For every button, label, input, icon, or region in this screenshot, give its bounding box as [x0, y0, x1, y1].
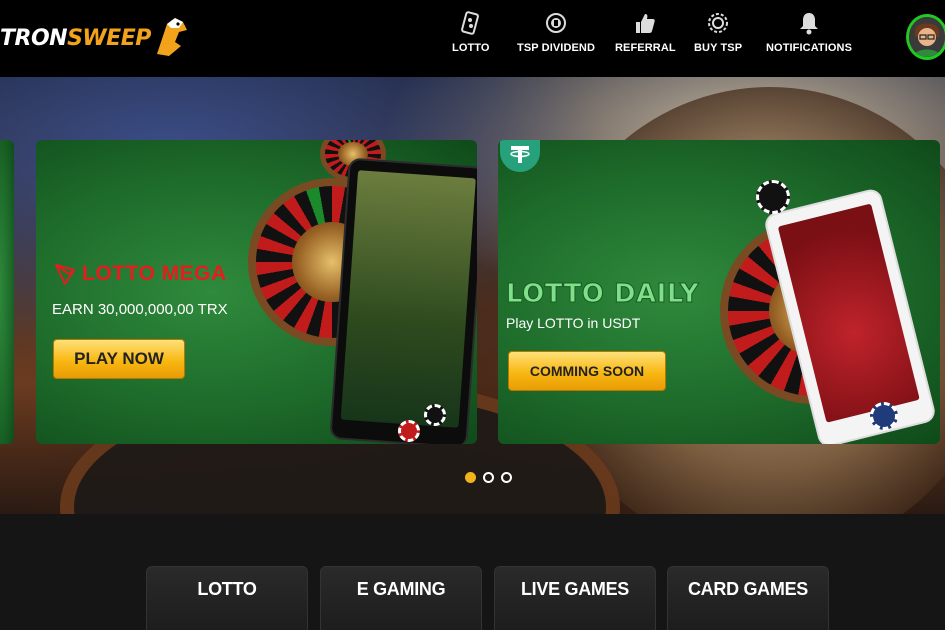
- carousel-slide-lotto-mega[interactable]: LOTTO MEGA EARN 30,000,000,00 TRX PLAY N…: [36, 140, 477, 444]
- category-lotto[interactable]: LOTTO: [146, 566, 308, 630]
- category-e-gaming[interactable]: E GAMING: [320, 566, 482, 630]
- slide-title: LOTTO DAILY: [505, 279, 700, 310]
- casino-chip-image: [424, 404, 446, 426]
- carousel-slide-lotto-daily[interactable]: LOTTO DAILY Play LOTTO in USDT COMMING S…: [498, 140, 940, 444]
- nav-label: NOTIFICATIONS: [766, 42, 853, 54]
- thumbs-up-icon: [632, 10, 658, 36]
- nav-notifications[interactable]: NOTIFICATIONS: [766, 10, 852, 54]
- play-now-button[interactable]: PLAY NOW: [53, 339, 185, 379]
- dividend-coin-icon: [543, 10, 569, 36]
- casino-chip-image: [398, 420, 420, 442]
- carousel-pagination: [465, 472, 512, 483]
- lotto-ticket-icon: [458, 10, 484, 36]
- category-card-games[interactable]: CARD GAMES: [667, 566, 829, 630]
- nav-lotto[interactable]: LOTTO: [452, 10, 490, 54]
- nav-label: LOTTO: [452, 42, 490, 54]
- slide-title: LOTTO MEGA: [82, 262, 227, 285]
- game-categories: LOTTO E GAMING LIVE GAMES CARD GAMES: [0, 514, 945, 630]
- tablet-image: [329, 157, 477, 444]
- casino-chip-image: [756, 180, 790, 214]
- category-label: CARD GAMES: [687, 579, 808, 599]
- carousel-slide-peek[interactable]: [0, 140, 14, 444]
- coming-soon-button[interactable]: COMMING SOON: [508, 351, 666, 391]
- eagle-logo-icon: [156, 18, 187, 56]
- slide-subtitle: EARN 30,000,000,00 TRX: [52, 301, 228, 318]
- category-label: LIVE GAMES: [520, 579, 629, 599]
- nav-label: BUY TSP: [694, 42, 743, 54]
- logo-wordmark: TRONSWEEP: [0, 25, 151, 51]
- hero-banner: LOTTO MEGA EARN 30,000,000,00 TRX PLAY N…: [0, 77, 945, 514]
- slide-title-row: LOTTO MEGA: [54, 262, 227, 286]
- category-label: E GAMING: [356, 579, 446, 599]
- tablet-image: [762, 187, 938, 444]
- slide-subtitle: Play LOTTO in USDT: [506, 315, 641, 331]
- carousel-dot[interactable]: [501, 472, 512, 483]
- nav-label: REFERRAL: [615, 42, 676, 54]
- nav-tsp-dividend[interactable]: TSP DIVIDEND: [517, 10, 595, 54]
- carousel-dot[interactable]: [483, 472, 494, 483]
- nav-label: TSP DIVIDEND: [517, 42, 596, 54]
- tron-logo-icon: [55, 264, 75, 285]
- casino-chip-image: [870, 402, 898, 430]
- nav-buy-tsp[interactable]: BUY TSP: [694, 10, 742, 54]
- page: TRONSWEEP LOTTO TSP DIVIDEND REFERRAL BU…: [0, 0, 945, 630]
- category-label: LOTTO: [197, 579, 257, 599]
- tronsweep-logo[interactable]: TRONSWEEP: [0, 16, 189, 60]
- nav-referral[interactable]: REFERRAL: [615, 10, 676, 54]
- user-avatar-icon: [909, 17, 945, 57]
- user-avatar[interactable]: [906, 14, 945, 60]
- bell-icon: [796, 10, 822, 36]
- carousel-dot[interactable]: [465, 472, 476, 483]
- category-live-games[interactable]: LIVE GAMES: [494, 566, 656, 630]
- top-header: TRONSWEEP LOTTO TSP DIVIDEND REFERRAL BU…: [0, 0, 945, 77]
- token-icon: [705, 10, 731, 36]
- tether-icon: [500, 140, 540, 172]
